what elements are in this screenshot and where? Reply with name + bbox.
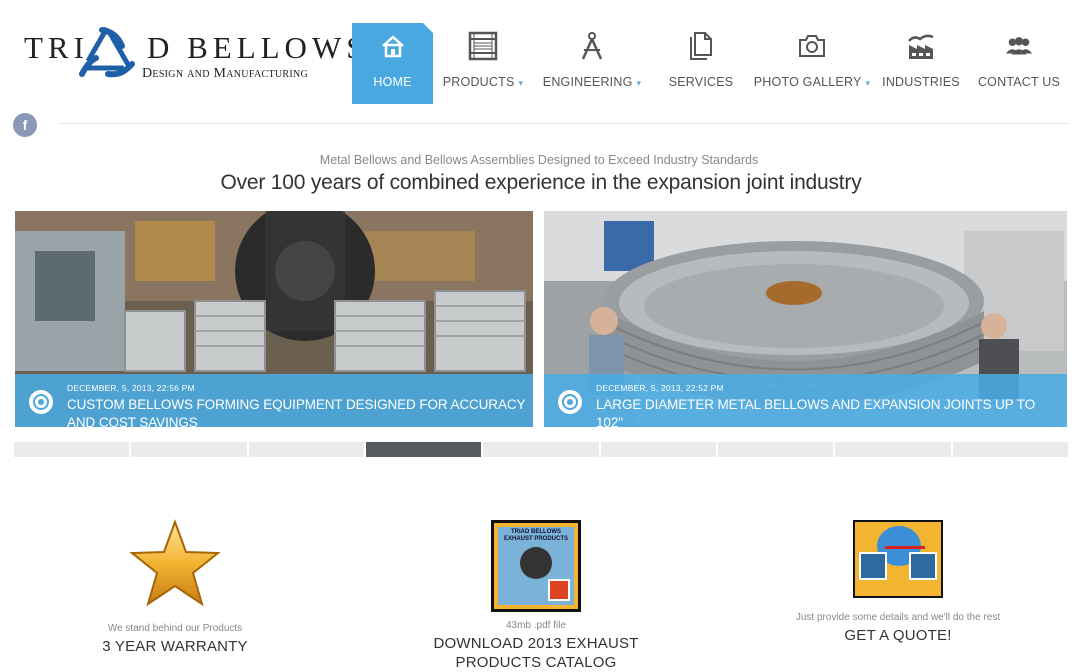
- slide-caption[interactable]: DECEMBER, 5, 2013, 22:56 PM CUSTOM BELLO…: [15, 374, 533, 427]
- slide-2[interactable]: DECEMBER, 5, 2013, 22:52 PM LARGE DIAMET…: [544, 211, 1067, 427]
- triad-logo-icon: [79, 24, 135, 78]
- slide-caption[interactable]: DECEMBER, 5, 2013, 22:52 PM LARGE DIAMET…: [544, 374, 1067, 427]
- catalog-thumb-text: TRIAD BELLOWS EXHAUST PRODUCTS: [503, 529, 568, 542]
- slide-date: DECEMBER, 5, 2013, 22:56 PM: [67, 383, 195, 393]
- feature-title[interactable]: DOWNLOAD 2013 EXHAUST PRODUCTS CATALOG: [396, 634, 676, 672]
- page-subtitle: Metal Bellows and Bellows Assemblies Des…: [319, 153, 759, 167]
- nav-label-wrap: PRODUCTS ▾: [443, 75, 523, 89]
- nav-contact-us[interactable]: CONTACT US: [969, 23, 1069, 104]
- home-icon: [378, 31, 408, 61]
- nav-products[interactable]: PRODUCTS ▾: [433, 23, 533, 104]
- header-divider: [58, 123, 1070, 124]
- pager-dot[interactable]: [131, 442, 247, 457]
- compass-icon: [577, 31, 607, 61]
- factory-icon: [906, 31, 936, 61]
- nav-industries[interactable]: INDUSTRIES: [873, 23, 969, 104]
- catalog-icon: TRIAD BELLOWS EXHAUST PRODUCTS: [491, 520, 581, 612]
- nav-services[interactable]: SERVICES: [651, 23, 751, 104]
- chevron-down-icon: ▾: [636, 78, 642, 88]
- nav-label: INDUSTRIES: [882, 75, 960, 89]
- nav-label: CONTACT US: [977, 75, 1061, 89]
- nav-photo-gallery[interactable]: PHOTO GALLERY ▾: [751, 23, 873, 104]
- quote-icon: [853, 520, 943, 598]
- slide-1[interactable]: DECEMBER, 5, 2013, 22:56 PM CUSTOM BELLO…: [15, 211, 533, 427]
- logo-tagline: Design and Manufacturing: [142, 66, 309, 81]
- chevron-down-icon: ▾: [518, 78, 524, 88]
- feature-quote[interactable]: Just provide some details and we'll do t…: [778, 520, 1018, 645]
- aperture-icon: [29, 390, 53, 414]
- feature-catalog[interactable]: TRIAD BELLOWS EXHAUST PRODUCTS 43mb .pdf…: [396, 520, 676, 672]
- slide-date: DECEMBER, 5, 2013, 22:52 PM: [596, 383, 724, 393]
- page-title: Over 100 years of combined experience in…: [220, 171, 862, 194]
- feature-caption: 43mb .pdf file: [505, 620, 567, 631]
- chevron-down-icon: ▾: [865, 78, 871, 88]
- camera-icon: [797, 31, 827, 61]
- nav-label: ENGINEERING: [542, 75, 633, 89]
- people-icon: [1004, 31, 1034, 61]
- nav-label: PHOTO GALLERY: [753, 75, 862, 89]
- nav-label-wrap: PHOTO GALLERY ▾: [754, 75, 870, 89]
- nav-label: PRODUCTS: [442, 75, 515, 89]
- star-icon: [129, 519, 221, 607]
- film-icon: [468, 31, 498, 61]
- feature-title[interactable]: 3 YEAR WARRANTY: [60, 637, 290, 656]
- nav-home[interactable]: HOME: [352, 23, 433, 104]
- pager-dot[interactable]: [483, 442, 599, 457]
- slide-title[interactable]: CUSTOM BELLOWS FORMING EQUIPMENT DESIGNE…: [67, 396, 531, 427]
- pager-dot-active[interactable]: [365, 442, 482, 457]
- nav-engineering[interactable]: ENGINEERING ▾: [533, 23, 651, 104]
- logo[interactable]: TRI D BELLOWS Design and Manufacturing: [24, 24, 363, 84]
- pager-dot[interactable]: [835, 442, 951, 457]
- facebook-letter: f: [22, 117, 28, 133]
- aperture-icon: [558, 390, 582, 414]
- logo-text-right: D BELLOWS: [146, 30, 369, 65]
- feature-caption: Just provide some details and we'll do t…: [795, 612, 1001, 623]
- pager-dot[interactable]: [600, 442, 716, 457]
- nav-label-wrap: ENGINEERING ▾: [543, 75, 641, 89]
- pager-dot[interactable]: [717, 442, 834, 457]
- facebook-icon[interactable]: f: [13, 113, 37, 137]
- pager-dot[interactable]: [952, 442, 1068, 457]
- pager-dot[interactable]: [248, 442, 364, 457]
- slide-title[interactable]: LARGE DIAMETER METAL BELLOWS AND EXPANSI…: [596, 396, 1065, 427]
- nav-label: HOME: [373, 75, 412, 89]
- feature-title[interactable]: GET A QUOTE!: [778, 626, 1018, 645]
- feature-caption: We stand behind our Products: [107, 623, 243, 634]
- feature-warranty[interactable]: We stand behind our Products 3 YEAR WARR…: [60, 518, 290, 656]
- nav-label: SERVICES: [668, 75, 734, 89]
- main-nav: HOME PRODUCTS ▾ ENGINEERING ▾ SERVICES PHO…: [352, 23, 1069, 104]
- pager-dot[interactable]: [14, 442, 130, 457]
- slider-pager: [14, 442, 1068, 457]
- documents-icon: [686, 31, 716, 61]
